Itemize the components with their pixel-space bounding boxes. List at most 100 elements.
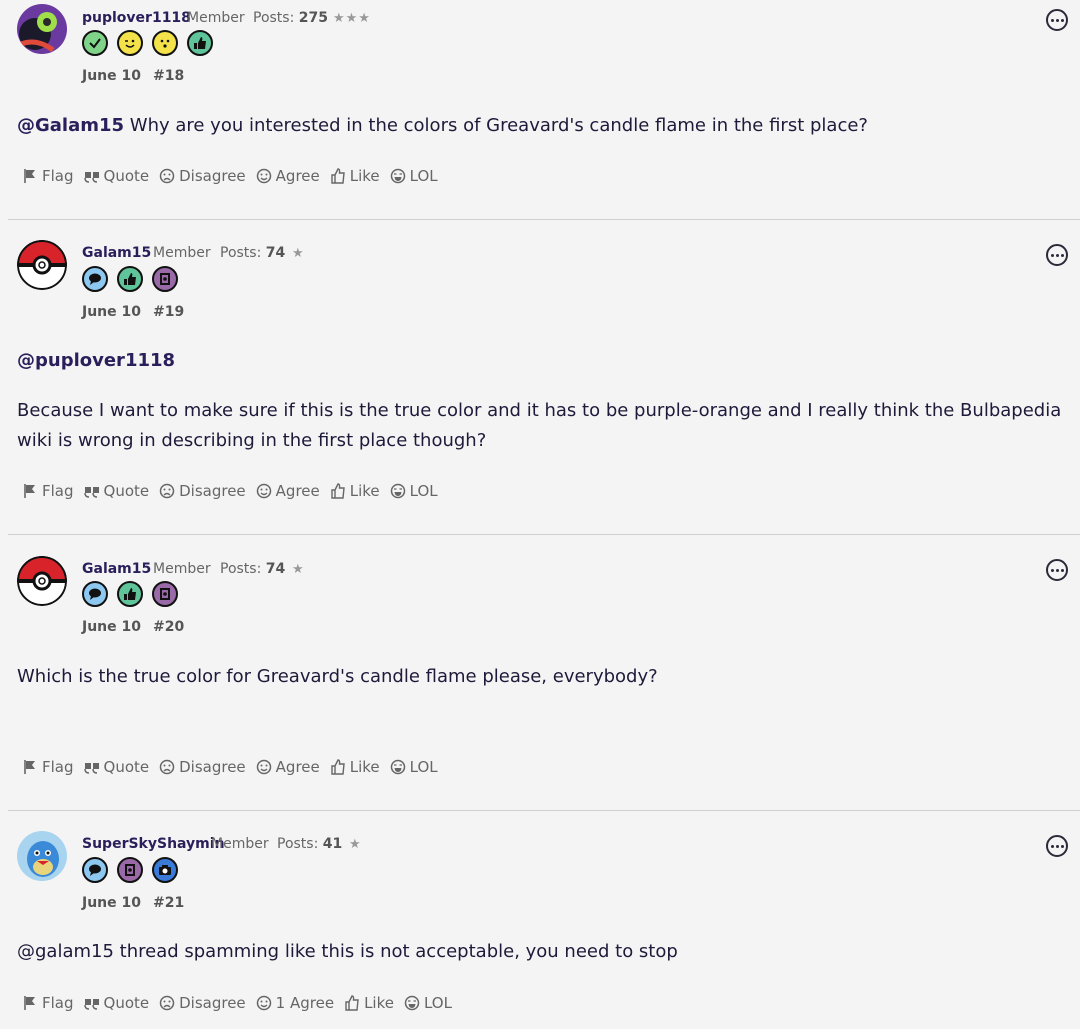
post-count: Posts: 41 [277,836,343,852]
speech-bubble-badge-icon[interactable] [82,266,108,292]
avatar-superskyshaymin[interactable] [17,831,67,881]
smile-icon [256,483,271,499]
user-role: Member [153,245,211,261]
laugh-icon [404,995,420,1011]
post-meta: June 10 #18 [82,68,184,84]
laugh-icon [390,759,405,775]
thumbs-up-badge-icon[interactable] [187,30,213,56]
rank-stars: ★ [292,562,305,577]
check-badge-icon[interactable] [82,30,108,56]
post-divider [8,534,1080,535]
lol-button[interactable]: LOL [404,994,452,1012]
more-options-button[interactable] [1046,835,1068,857]
frown-icon [159,995,175,1011]
disagree-button[interactable]: Disagree [159,994,246,1012]
username[interactable]: SuperSkyShaymin [82,836,225,852]
smile-badge-icon[interactable] [152,30,178,56]
flag-button[interactable]: Flag [22,167,74,185]
quote-button[interactable]: Quote [83,167,149,185]
post-date[interactable]: June 10 [82,619,141,635]
flag-icon [24,484,35,498]
post-body: @galam15 thread spamming like this is no… [17,937,1072,967]
post-actions: Flag Quote Disagree Agree Like LOL [22,482,438,500]
username[interactable]: Galam15 [82,245,151,261]
rank-stars: ★★★ [333,11,371,26]
post-number[interactable]: #18 [153,68,184,84]
quote-button[interactable]: Quote [83,482,149,500]
post-meta: June 10 #19 [82,304,184,320]
post-text: Why are you interested in the colors of … [124,115,868,136]
badge-list [82,266,178,292]
disagree-button[interactable]: Disagree [159,758,246,776]
lol-button[interactable]: LOL [390,167,438,185]
avatar-galam15[interactable] [17,240,67,290]
post-number[interactable]: #20 [153,619,184,635]
agree-button[interactable]: 1 Agree [256,994,334,1012]
post-divider [8,219,1080,220]
camera-badge-icon[interactable] [152,857,178,883]
flag-button[interactable]: Flag [22,994,74,1012]
post-date[interactable]: June 10 [82,304,141,320]
disagree-button[interactable]: Disagree [159,482,246,500]
more-options-button[interactable] [1046,9,1068,31]
flag-icon [24,169,35,183]
thumbs-up-icon [345,995,359,1011]
post-date[interactable]: June 10 [82,68,141,84]
lol-button[interactable]: LOL [390,758,438,776]
post-body: @puplover1118 Because I want to make sur… [17,346,1072,456]
smile-icon [256,168,271,184]
like-button[interactable]: Like [330,167,380,185]
flag-button[interactable]: Flag [22,482,74,500]
mention-link[interactable]: @puplover1118 [17,346,1072,376]
post-number[interactable]: #21 [153,895,184,911]
quote-button[interactable]: Quote [83,994,149,1012]
avatar-galam15[interactable] [17,556,67,606]
user-role: Member [211,836,269,852]
notebook-badge-icon[interactable] [152,581,178,607]
thumbs-up-icon [331,168,345,184]
post-text: @galam15 thread spamming like this is no… [17,941,678,962]
smile-icon [256,759,271,775]
more-options-button[interactable] [1046,559,1068,581]
quote-icon [83,999,99,1010]
agree-button[interactable]: Agree [256,482,320,500]
username[interactable]: puplover1118 [82,10,191,26]
like-button[interactable]: Like [330,758,380,776]
post-date[interactable]: June 10 [82,895,141,911]
badge-list [82,857,178,883]
like-button[interactable]: Like [344,994,394,1012]
more-options-button[interactable] [1046,244,1068,266]
lol-button[interactable]: LOL [390,482,438,500]
post-count: Posts: 74 [220,561,286,577]
post-number[interactable]: #19 [153,304,184,320]
post-count: Posts: 74 [220,245,286,261]
notebook-badge-icon[interactable] [117,857,143,883]
like-button[interactable]: Like [330,482,380,500]
disagree-button[interactable]: Disagree [159,167,246,185]
laugh-icon [390,483,405,499]
rank-stars: ★ [349,837,362,852]
agree-button[interactable]: Agree [256,758,320,776]
user-role: Member [187,10,245,26]
username[interactable]: Galam15 [82,561,151,577]
flag-icon [24,996,35,1010]
post-actions: Flag Quote Disagree Agree Like LOL [22,167,438,185]
smile-icon [256,995,271,1011]
speech-bubble-badge-icon[interactable] [82,581,108,607]
avatar-puplover1118[interactable] [17,4,67,54]
notebook-badge-icon[interactable] [152,266,178,292]
agree-button[interactable]: Agree [256,167,320,185]
thumbs-up-badge-icon[interactable] [117,266,143,292]
quote-icon [83,172,99,183]
speech-bubble-badge-icon[interactable] [82,857,108,883]
post-meta: June 10 #20 [82,619,184,635]
quote-icon [83,763,99,774]
user-role: Member [153,561,211,577]
post-body: @Galam15 Why are you interested in the c… [17,111,1072,141]
quote-button[interactable]: Quote [83,758,149,776]
thumbs-up-badge-icon[interactable] [117,581,143,607]
flag-button[interactable]: Flag [22,758,74,776]
post-count: Posts: 275 [253,10,328,26]
mention-link[interactable]: @Galam15 [17,115,124,136]
wink-badge-icon[interactable] [117,30,143,56]
